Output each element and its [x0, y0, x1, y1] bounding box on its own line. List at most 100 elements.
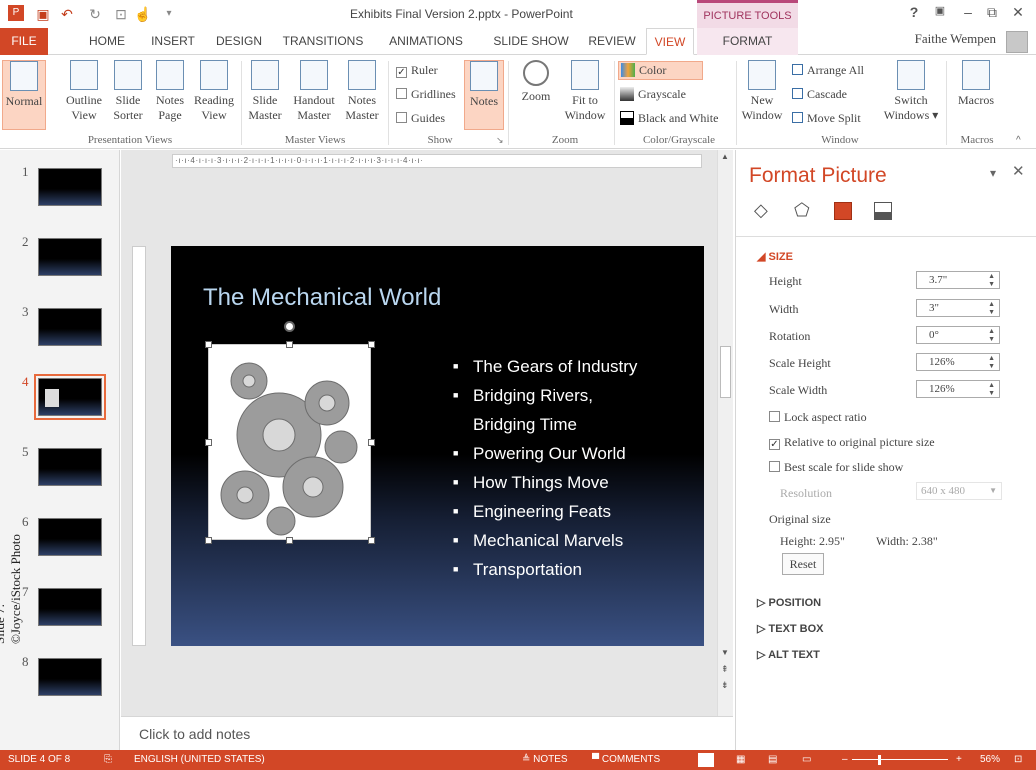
tab-format[interactable]: FORMAT: [697, 28, 798, 55]
picture-icon[interactable]: [874, 202, 892, 220]
cascade-button[interactable]: Cascade: [792, 87, 847, 102]
close-button[interactable]: ✕: [1008, 4, 1028, 22]
user-name[interactable]: Faithe Wempen: [915, 31, 996, 47]
slide-thumbnail-4[interactable]: [34, 374, 106, 420]
resize-handle[interactable]: [205, 439, 212, 446]
checkbox-box[interactable]: [769, 411, 780, 422]
normal-view-status-icon[interactable]: [698, 753, 714, 767]
tab-design[interactable]: DESIGN: [210, 28, 268, 55]
reading-view-button[interactable]: Reading View: [192, 60, 236, 123]
slide-show-status-icon[interactable]: ▭: [802, 754, 811, 765]
slide-master-button[interactable]: Slide Master: [244, 60, 286, 123]
resize-handle[interactable]: [205, 341, 212, 348]
slide-thumbnail-7[interactable]: [38, 588, 102, 626]
slide-thumbnail-8[interactable]: [38, 658, 102, 696]
notes-status-button[interactable]: ≜ NOTES: [522, 754, 568, 765]
checkbox-box[interactable]: [396, 88, 407, 99]
color-button[interactable]: Color: [618, 61, 704, 80]
notes-page-button[interactable]: Notes Page: [150, 60, 190, 123]
spinner-arrows-icon[interactable]: ▲ ▼: [988, 381, 995, 397]
tab-file[interactable]: FILE: [0, 28, 48, 55]
gridlines-checkbox[interactable]: Gridlines: [396, 87, 456, 102]
slide-thumbnail-1[interactable]: [38, 168, 102, 206]
close-pane-icon[interactable]: ✕: [1012, 162, 1025, 180]
grayscale-button[interactable]: Grayscale: [620, 87, 686, 102]
spinner-arrows-icon[interactable]: ▲ ▼: [988, 272, 995, 288]
scroll-up-icon[interactable]: ▲: [721, 152, 729, 161]
undo-icon[interactable]: ↶: [58, 5, 76, 23]
scale-height-input[interactable]: 126% ▲ ▼: [916, 353, 1000, 371]
switch-windows-button[interactable]: Switch Windows ▾: [882, 60, 940, 123]
zoom-level[interactable]: 56%: [980, 754, 1000, 765]
touch-mode-icon[interactable]: ☝: [134, 5, 152, 23]
effects-icon[interactable]: ⬠: [794, 200, 810, 221]
resize-handle[interactable]: [286, 537, 293, 544]
pane-options-icon[interactable]: ▾: [990, 166, 996, 180]
macros-button[interactable]: Macros: [952, 60, 1000, 108]
checkbox-box[interactable]: ✓: [396, 67, 407, 78]
slide-counter[interactable]: SLIDE 4 OF 8: [8, 754, 70, 765]
width-input[interactable]: 3" ▲ ▼: [916, 299, 1000, 317]
resize-handle[interactable]: [368, 341, 375, 348]
gears-picture[interactable]: [208, 344, 371, 540]
resize-handle[interactable]: [368, 439, 375, 446]
fit-slide-icon[interactable]: ⊡: [1014, 754, 1022, 765]
new-window-button[interactable]: New Window: [738, 60, 786, 123]
fit-to-window-button[interactable]: Fit to Window: [560, 60, 610, 123]
zoom-slider-thumb[interactable]: [878, 755, 881, 765]
help-icon[interactable]: ?: [904, 4, 924, 22]
current-slide[interactable]: The Mechanical World The Gea: [171, 246, 704, 646]
resize-handle[interactable]: [286, 341, 293, 348]
alt-text-section-header[interactable]: ▷ ALT TEXT: [757, 648, 820, 661]
redo-icon[interactable]: ↻: [86, 5, 104, 23]
resize-handle[interactable]: [368, 537, 375, 544]
normal-view-button[interactable]: Normal: [2, 60, 46, 130]
rotation-handle[interactable]: [284, 321, 295, 332]
save-icon[interactable]: ▣: [34, 5, 52, 23]
size-properties-icon[interactable]: [834, 202, 852, 220]
scroll-down-icon[interactable]: ▼: [721, 648, 729, 657]
height-input[interactable]: 3.7" ▲ ▼: [916, 271, 1000, 289]
tab-animations[interactable]: ANIMATIONS: [378, 28, 474, 55]
vertical-scrollbar[interactable]: ▲ ▼ ⇞ ⇟: [717, 150, 733, 716]
zoom-out-button[interactable]: –: [842, 754, 848, 765]
slide-sorter-button[interactable]: Slide Sorter: [108, 60, 148, 123]
minimize-button[interactable]: –: [958, 4, 978, 22]
resize-handle[interactable]: [205, 537, 212, 544]
next-slide-icon[interactable]: ⇟: [721, 680, 729, 691]
restore-button[interactable]: ⧉: [982, 4, 1002, 22]
notes-master-button[interactable]: Notes Master: [340, 60, 384, 123]
tab-view[interactable]: VIEW: [646, 28, 694, 55]
bullet-list[interactable]: The Gears of Industry Bridging Rivers, B…: [453, 352, 653, 584]
notes-toggle-button[interactable]: Notes: [464, 60, 504, 130]
tab-slide-show[interactable]: SLIDE SHOW: [486, 28, 576, 55]
customize-qat-icon[interactable]: ▾: [160, 5, 178, 23]
outline-view-button[interactable]: Outline View: [62, 60, 106, 123]
guides-checkbox[interactable]: Guides: [396, 111, 445, 126]
tab-review[interactable]: REVIEW: [584, 28, 640, 55]
scale-width-input[interactable]: 126% ▲ ▼: [916, 380, 1000, 398]
spinner-arrows-icon[interactable]: ▲ ▼: [988, 327, 995, 343]
fill-line-icon[interactable]: ◇: [754, 200, 768, 221]
slide-thumbnail-6[interactable]: [38, 518, 102, 556]
spinner-arrows-icon[interactable]: ▲ ▼: [988, 300, 995, 316]
comments-status-button[interactable]: ▀ COMMENTS: [592, 754, 660, 765]
slide-title[interactable]: The Mechanical World: [203, 284, 441, 312]
zoom-button[interactable]: Zoom: [514, 60, 558, 104]
reading-view-status-icon[interactable]: ▤: [768, 754, 777, 765]
arrange-all-button[interactable]: Arrange All: [792, 63, 864, 78]
scrollbar-thumb[interactable]: [720, 346, 731, 398]
tab-transitions[interactable]: TRANSITIONS: [276, 28, 370, 55]
ribbon-display-options-icon[interactable]: ▣: [930, 4, 950, 22]
checkbox-box[interactable]: [769, 461, 780, 472]
reset-button[interactable]: Reset: [782, 553, 824, 575]
spell-check-icon[interactable]: ⎘: [104, 754, 112, 765]
rotation-input[interactable]: 0° ▲ ▼: [916, 326, 1000, 344]
previous-slide-icon[interactable]: ⇞: [721, 664, 729, 675]
zoom-in-button[interactable]: +: [956, 754, 962, 765]
lock-aspect-ratio-checkbox[interactable]: Lock aspect ratio: [769, 410, 867, 425]
start-from-beginning-icon[interactable]: ⊡: [112, 5, 130, 23]
tab-insert[interactable]: INSERT: [144, 28, 202, 55]
zoom-slider-track[interactable]: [852, 759, 948, 760]
size-section-header[interactable]: ◢ SIZE: [757, 250, 793, 263]
